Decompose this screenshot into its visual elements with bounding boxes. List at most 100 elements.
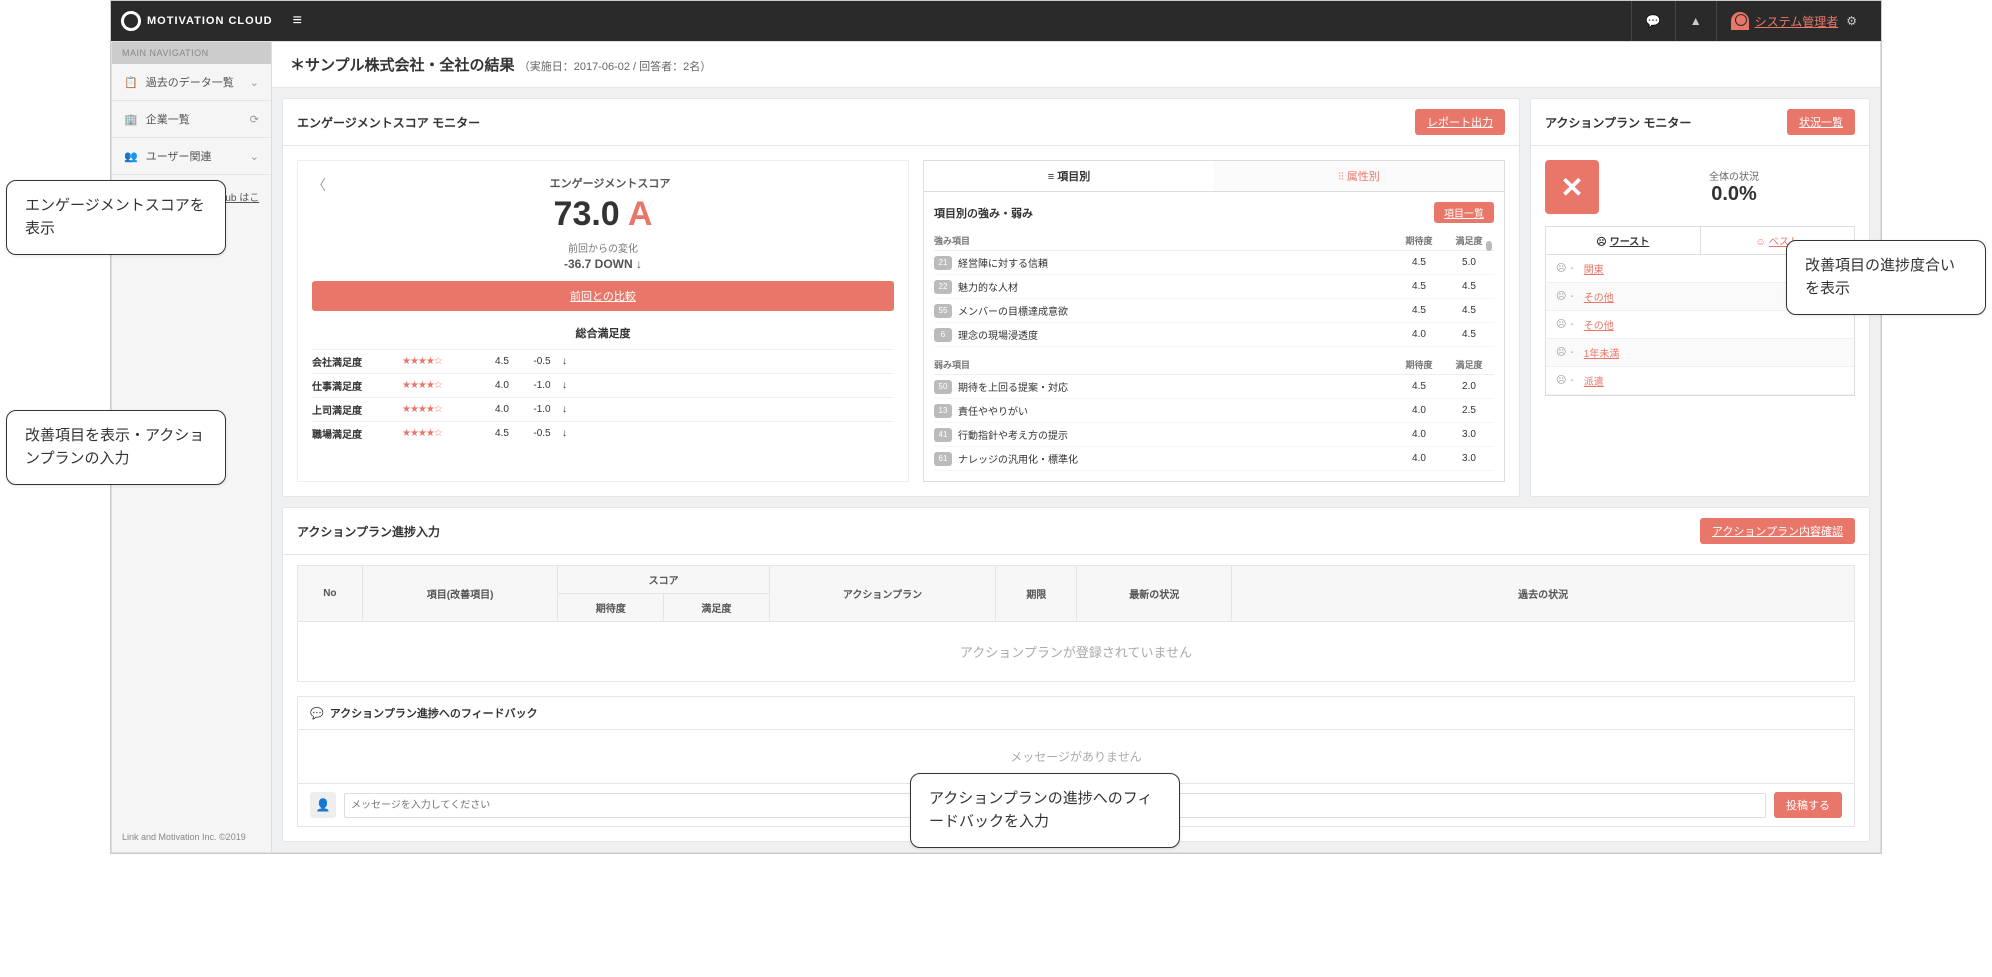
overall-label: 全体の状況: [1613, 168, 1855, 183]
tab-worst[interactable]: ☹ワースト: [1546, 227, 1701, 254]
sad-face-icon: ☹: [1556, 319, 1566, 330]
item-row: 22魅力的な人材4.54.5: [934, 275, 1494, 299]
page-title: ＊サンプル株式会社・全社の結果 （実施日：2017-06-02 / 回答者：2名…: [272, 42, 1880, 88]
worst-row[interactable]: ☹-その他: [1546, 311, 1854, 339]
feedback-title: アクションプラン進捗へのフィードバック: [330, 705, 538, 721]
page-subtitle: （実施日：2017-06-02 / 回答者：2名）: [519, 61, 712, 73]
tab-by-attribute[interactable]: ⫶⫶ 属性別: [1214, 161, 1504, 192]
chat-icon: 💬: [310, 707, 324, 720]
main: ＊サンプル株式会社・全社の結果 （実施日：2017-06-02 / 回答者：2名…: [272, 42, 1880, 852]
nav-header: MAIN NAVIGATION: [112, 42, 271, 64]
callout-progress: 改善項目の進捗度合いを表示: [1786, 240, 1986, 315]
nav-past-data[interactable]: 📋 過去のデータ一覧 ⌄: [112, 64, 271, 101]
callout-feedback: アクションプランの進捗へのフィードバックを入力: [910, 773, 1180, 848]
satisfaction-title: 総合満足度: [312, 325, 894, 341]
th-latest: 最新の状況: [1077, 566, 1232, 622]
prev-arrow-icon[interactable]: 〈: [312, 175, 326, 195]
nav-label: 過去のデータ一覧: [146, 74, 234, 90]
chevron-down-icon: ⌄: [250, 150, 259, 163]
sad-face-icon: ☹: [1556, 375, 1566, 386]
th-weak: 弱み項目: [934, 358, 1394, 371]
user-menu[interactable]: システム管理者 ⚙: [1716, 1, 1871, 41]
report-button[interactable]: レポート出力: [1415, 109, 1505, 135]
logo-icon: [121, 11, 141, 31]
items-card: ≡ 項目別 ⫶⫶ 属性別 項目別の強み・弱み 項目一覧 強み項目期待度満足度: [923, 160, 1505, 482]
engagement-title: エンゲージメントスコア モニター: [297, 114, 480, 131]
happy-face-icon: ☺: [1756, 237, 1766, 248]
brand-text: MOTIVATION CLOUD: [147, 15, 273, 27]
sat-row: 職場満足度★★★★☆4.5-0.5↓: [312, 421, 894, 445]
score-card: 〈 エンゲージメントスコア 73.0 A 前回からの変化 -36.7 DOWN …: [297, 160, 909, 482]
th-item: 項目(改善項目): [362, 566, 558, 622]
compare-button[interactable]: 前回との比較: [312, 281, 894, 311]
avatar-icon: 👤: [310, 792, 336, 818]
th-exp: 期待度: [1394, 234, 1444, 247]
status-list-button[interactable]: 状況一覧: [1787, 109, 1855, 135]
action-plan-title: アクションプラン進捗入力: [297, 523, 440, 540]
change-label: 前回からの変化: [312, 240, 894, 255]
copyright: Link and Motivation Inc. ©2019: [112, 822, 271, 852]
score-value: 73.0 A: [312, 195, 894, 234]
item-row: 21経営陣に対する信頼4.55.0: [934, 251, 1494, 275]
page-title-text: ＊サンプル株式会社・全社の結果: [290, 57, 515, 74]
action-plan-table: No 項目(改善項目) スコア アクションプラン 期限 最新の状況 過去の状況 …: [297, 565, 1855, 622]
chevron-down-icon: ⌄: [250, 76, 259, 89]
item-row: 6理念の現場浸透度4.04.5: [934, 323, 1494, 347]
change-value: -36.7 DOWN ↓: [312, 257, 894, 271]
action-plan-confirm-button[interactable]: アクションプラン内容確認: [1700, 518, 1855, 544]
user-label: システム管理者: [1755, 13, 1839, 30]
th-no: No: [298, 566, 363, 622]
th-due: 期限: [996, 566, 1077, 622]
sat-row: 仕事満足度★★★★☆4.0-1.0↓: [312, 373, 894, 397]
nav-users[interactable]: 👥 ユーザー関連 ⌄: [112, 138, 271, 175]
topbar-right: 💬 ▲ システム管理者 ⚙: [1631, 1, 1871, 41]
overall-percent: 0.0%: [1613, 183, 1855, 206]
nav-icon: 📋: [124, 76, 138, 89]
tab-by-item[interactable]: ≡ 項目別: [924, 161, 1214, 192]
th-exp2: 期待度: [558, 594, 664, 622]
refresh-icon: ⟳: [250, 113, 259, 126]
worst-row[interactable]: ☹-1年未満: [1546, 339, 1854, 367]
th-exp: 期待度: [1394, 358, 1444, 371]
nav-label: 企業一覧: [146, 111, 190, 127]
engagement-panel: エンゲージメントスコア モニター レポート出力 〈 エンゲージメントスコア 73…: [282, 98, 1520, 497]
nav-companies[interactable]: 🏢 企業一覧 ⟳: [112, 101, 271, 138]
nav-label: ユーザー関連: [146, 148, 212, 164]
th-plan: アクションプラン: [769, 566, 996, 622]
score-label: エンゲージメントスコア: [312, 175, 894, 191]
item-row: 61ナレッジの汎用化・標準化4.03.0: [934, 447, 1494, 471]
action-monitor-title: アクションプラン モニター: [1545, 114, 1691, 131]
sad-face-icon: ☹: [1556, 291, 1566, 302]
th-score: スコア: [558, 566, 769, 594]
sad-face-icon: ☹: [1596, 237, 1606, 248]
item-row: 55メンバーの目標達成意欲4.54.5: [934, 299, 1494, 323]
th-sat2: 満足度: [664, 594, 770, 622]
callout-score: エンゲージメントスコアを表示: [6, 180, 226, 255]
alert-icon[interactable]: ▲: [1675, 1, 1716, 41]
topbar: MOTIVATION CLOUD ≡ 💬 ▲ システム管理者 ⚙: [111, 1, 1881, 41]
th-past: 過去の状況: [1232, 566, 1855, 622]
sat-row: 会社満足度★★★★☆4.5-0.5↓: [312, 349, 894, 373]
user-icon: [1731, 12, 1749, 30]
items-list-button[interactable]: 項目一覧: [1434, 202, 1494, 223]
sad-face-icon: ☹: [1556, 347, 1566, 358]
post-button[interactable]: 投稿する: [1774, 792, 1842, 818]
th-sat: 満足度: [1444, 358, 1494, 371]
logo: MOTIVATION CLOUD: [121, 11, 273, 31]
items-title: 項目別の強み・弱み: [934, 205, 1033, 221]
worst-row[interactable]: ☹-派遣: [1546, 367, 1854, 395]
item-row: 13責任ややりがい4.02.5: [934, 399, 1494, 423]
sad-face-icon: ☹: [1556, 263, 1566, 274]
item-row: 41行動指針や考え方の提示4.03.0: [934, 423, 1494, 447]
chat-icon[interactable]: 💬: [1631, 1, 1675, 41]
scrollbar[interactable]: [1486, 241, 1492, 251]
item-row: 50期待を上回る提案・対応4.52.0: [934, 375, 1494, 399]
score-grade: A: [628, 195, 653, 233]
sat-row: 上司満足度★★★★☆4.0-1.0↓: [312, 397, 894, 421]
action-plan-empty: アクションプランが登録されていません: [297, 622, 1855, 682]
nav-icon: 🏢: [124, 113, 138, 126]
hamburger-icon[interactable]: ≡: [293, 12, 302, 30]
callout-items: 改善項目を表示・アクションプランの入力: [6, 410, 226, 485]
status-x-icon: ✕: [1545, 160, 1599, 214]
nav-icon: 👥: [124, 150, 138, 163]
